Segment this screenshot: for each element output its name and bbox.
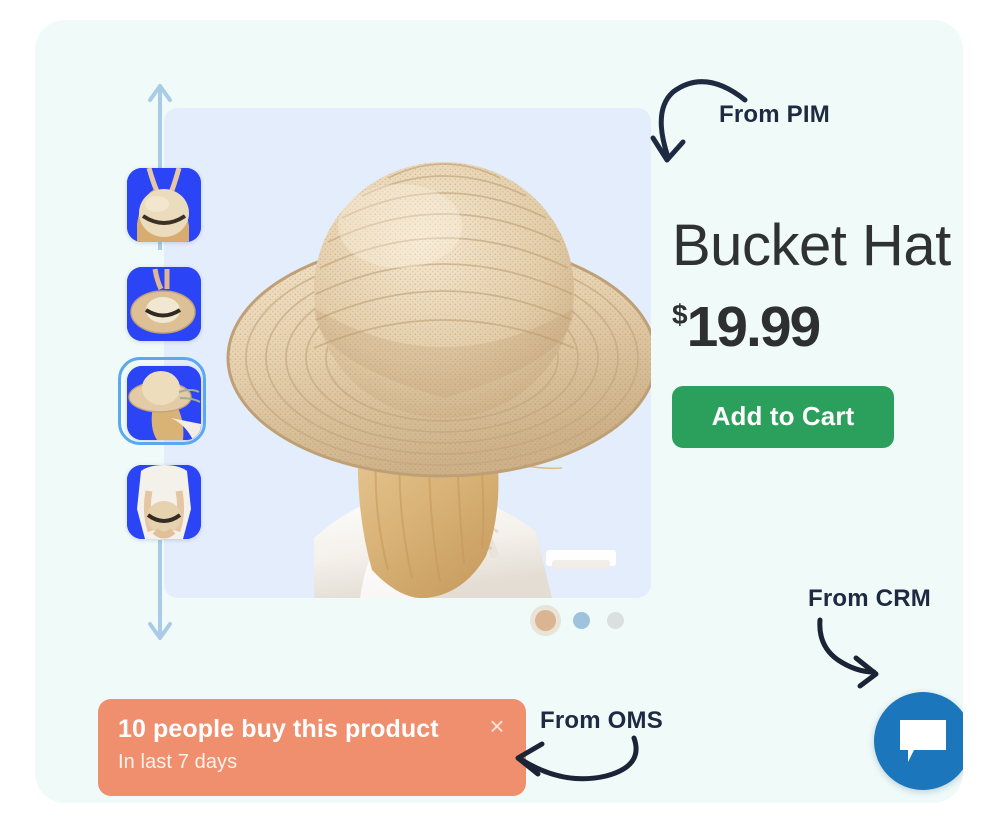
social-proof-subtext: In last 7 days [118, 750, 238, 773]
thumbnail-image-2[interactable] [127, 267, 201, 341]
annotation-label-pim: From PIM [719, 101, 830, 128]
product-info-column: Bucket Hat $19.99 Add to Cart [672, 213, 963, 448]
annotation-label-oms: From OMS [540, 707, 663, 734]
thumbnail-image-1[interactable] [127, 168, 201, 242]
product-image-panel[interactable] [164, 108, 651, 598]
thumb-4-art [127, 465, 201, 539]
thumbnail-item-4[interactable] [127, 465, 201, 539]
thumb-2-art [127, 267, 201, 341]
hero-illustration [164, 108, 651, 598]
thumbnail-image-4[interactable] [127, 465, 201, 539]
product-detail-card: Bucket Hat $19.99 Add to Cart 10 people … [35, 20, 963, 803]
carousel-dot-1[interactable] [535, 610, 556, 631]
thumbnail-gallery[interactable] [118, 168, 206, 564]
social-proof-toast: 10 people buy this product In last 7 day… [98, 699, 526, 796]
add-to-cart-button[interactable]: Add to Cart [672, 385, 894, 448]
thumb-3-art [127, 366, 201, 440]
chat-bubble-icon [900, 720, 946, 762]
thumbnail-item-1[interactable] [127, 168, 201, 242]
product-title: Bucket Hat [672, 213, 951, 278]
thumbnail-item-2[interactable] [127, 267, 201, 341]
carousel-dot-2[interactable] [573, 612, 590, 629]
annotation-label-crm: From CRM [808, 585, 931, 612]
hero-product-image [164, 108, 651, 598]
carousel-dot-3[interactable] [607, 612, 624, 629]
social-proof-headline: 10 people buy this product [118, 715, 439, 743]
thumbnail-image-3[interactable] [127, 366, 201, 440]
chat-launcher-button[interactable] [874, 692, 963, 790]
carousel-pagination[interactable] [535, 610, 624, 631]
thumbnail-item-3[interactable] [118, 357, 206, 445]
price-currency-symbol: $ [672, 298, 688, 330]
product-price: $19.99 [672, 298, 963, 356]
close-icon[interactable]: × [482, 711, 512, 741]
price-amount: 19.99 [686, 294, 822, 359]
thumb-1-art [127, 168, 201, 242]
